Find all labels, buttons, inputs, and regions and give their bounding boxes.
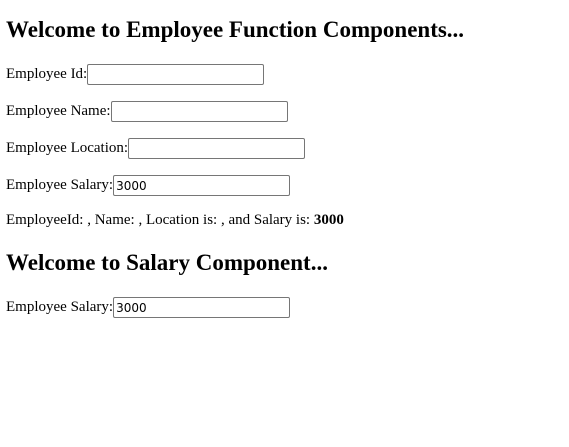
salary-component-input[interactable] <box>113 297 291 318</box>
employee-salary-input[interactable] <box>113 175 291 196</box>
employee-summary-text: EmployeeId: , Name: , Location is: , and… <box>6 212 314 228</box>
employee-summary: EmployeeId: , Name: , Location is: , and… <box>6 212 344 229</box>
employee-name-label: Employee Name: <box>6 103 111 119</box>
employee-salary-row: Employee Salary: <box>6 175 291 196</box>
employee-location-label: Employee Location: <box>6 140 129 156</box>
employee-id-label: Employee Id: <box>6 66 88 82</box>
salary-component-label: Employee Salary: <box>6 299 114 315</box>
employee-location-row: Employee Location: <box>6 138 306 159</box>
employee-name-row: Employee Name: <box>6 101 288 122</box>
employee-id-input[interactable] <box>87 64 265 85</box>
salary-component-row: Employee Salary: <box>6 297 291 318</box>
salary-section-heading: Welcome to Salary Component... <box>6 250 328 275</box>
employee-salary-label: Employee Salary: <box>6 177 114 193</box>
employee-name-input[interactable] <box>110 101 288 122</box>
employee-id-row: Employee Id: <box>6 64 265 85</box>
employee-location-input[interactable] <box>128 138 306 159</box>
employee-summary-salary: 3000 <box>313 212 344 228</box>
employee-section-heading: Welcome to Employee Function Components.… <box>6 17 465 42</box>
